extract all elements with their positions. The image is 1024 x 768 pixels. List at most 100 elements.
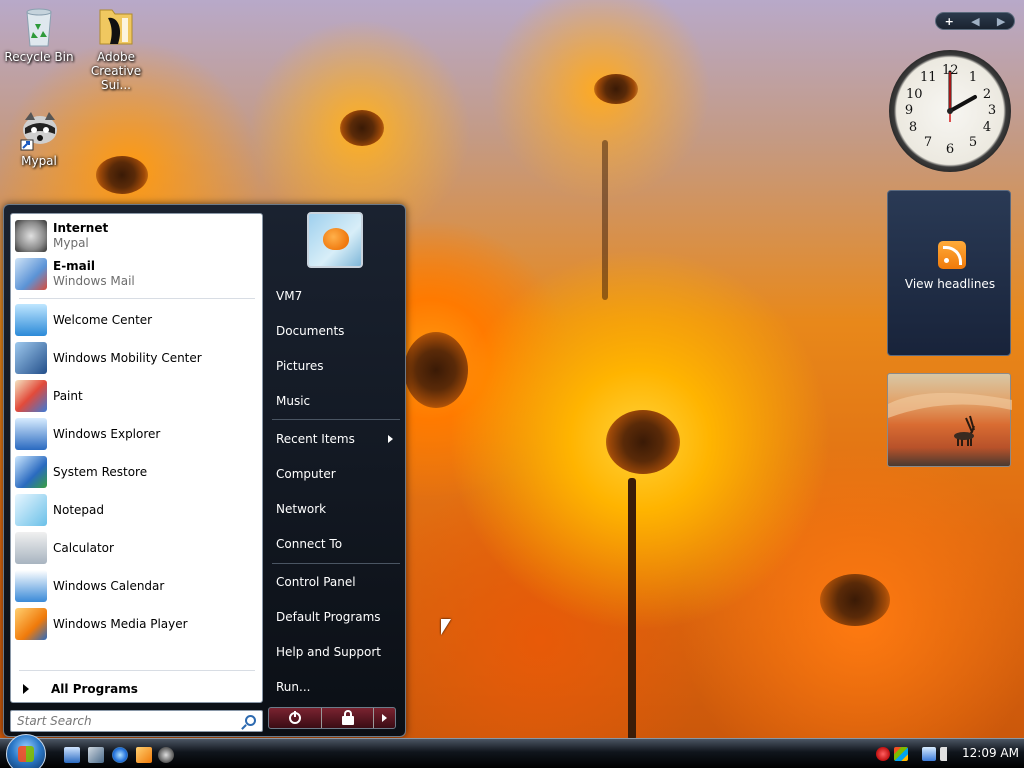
- recent-item-media-player[interactable]: Windows Media Player: [15, 606, 259, 642]
- all-programs-label: All Programs: [51, 682, 138, 696]
- mypal-icon: [15, 220, 47, 252]
- power-button[interactable]: [269, 708, 321, 728]
- right-item-run[interactable]: Run...: [269, 673, 399, 701]
- media-player-icon[interactable]: [136, 747, 152, 763]
- recent-item-label: Windows Explorer: [53, 426, 161, 441]
- right-item-music[interactable]: Music: [269, 387, 399, 415]
- feed-headlines-gadget[interactable]: View headlines: [887, 190, 1011, 356]
- recent-item-label: Welcome Center: [53, 312, 153, 327]
- switch-windows-icon[interactable]: [88, 747, 104, 763]
- pinned-item-title: Internet: [53, 221, 109, 235]
- pinned-separator: [19, 298, 255, 299]
- pinned-item-email[interactable]: E-mail Windows Mail: [15, 256, 259, 292]
- recent-item-system-restore[interactable]: System Restore: [15, 454, 259, 490]
- internet-explorer-icon[interactable]: [112, 747, 128, 763]
- taskbar: 12:09 AM: [0, 734, 1024, 768]
- recent-item-paint[interactable]: Paint: [15, 378, 259, 414]
- folder-icon: [96, 4, 136, 45]
- right-item-connect-to[interactable]: Connect To: [269, 530, 399, 558]
- recent-item-label: Notepad: [53, 502, 104, 517]
- recent-item-calculator[interactable]: Calculator: [15, 530, 259, 566]
- desktop-icon-adobe[interactable]: Adobe Creative Sui...: [77, 4, 155, 92]
- arrow-right-icon: [382, 714, 387, 722]
- security-alert-icon[interactable]: [876, 747, 890, 761]
- pinned-item-subtitle: Mypal: [53, 236, 89, 250]
- recent-item-windows-explorer[interactable]: Windows Explorer: [15, 416, 259, 452]
- start-menu-programs-pane: Internet Mypal E-mail Windows Mail Welcome…: [10, 213, 263, 703]
- all-programs-button[interactable]: All Programs: [17, 678, 257, 700]
- flower-stem: [602, 140, 608, 300]
- recent-item-label: Windows Calendar: [53, 578, 165, 593]
- sidebar-gadget-toolbar: + ◀ ▶: [935, 12, 1015, 30]
- right-item-control-panel[interactable]: Control Panel: [269, 568, 399, 596]
- recent-item-mobility-center[interactable]: Windows Mobility Center: [15, 340, 259, 376]
- recycle-bin-icon: [19, 4, 59, 47]
- media-player-icon: [15, 608, 47, 640]
- right-item-default-programs[interactable]: Default Programs: [269, 603, 399, 631]
- power-controls: [268, 707, 396, 729]
- right-item-recent-items[interactable]: Recent Items: [269, 425, 399, 453]
- lock-icon: [341, 709, 354, 725]
- recent-item-label: Calculator: [53, 540, 114, 555]
- right-separator: [272, 563, 400, 564]
- right-item-label: Default Programs: [276, 610, 381, 624]
- flower-center: [96, 156, 148, 194]
- recent-item-welcome-center[interactable]: Welcome Center: [15, 302, 259, 338]
- shutdown-options-button[interactable]: [373, 708, 395, 728]
- slideshow-gadget[interactable]: [887, 373, 1012, 467]
- flower-center: [606, 410, 680, 474]
- all-programs-separator: [19, 670, 255, 671]
- recent-item-label: Paint: [53, 388, 83, 403]
- flower-stem: [628, 478, 636, 740]
- show-desktop-icon[interactable]: [64, 747, 80, 763]
- recent-item-label: Windows Mobility Center: [53, 350, 202, 365]
- next-gadget-icon[interactable]: ▶: [997, 15, 1005, 28]
- mypal-icon[interactable]: [158, 747, 174, 763]
- start-menu: Internet Mypal E-mail Windows Mail Welcome…: [3, 204, 406, 737]
- right-item-label: Network: [276, 502, 327, 516]
- recent-item-notepad[interactable]: Notepad: [15, 492, 259, 528]
- flower-center: [820, 574, 890, 626]
- right-item-pictures[interactable]: Pictures: [269, 352, 399, 380]
- volume-muted-icon[interactable]: [940, 747, 954, 761]
- arrow-right-icon: [23, 684, 29, 694]
- right-item-label: Computer: [276, 467, 336, 481]
- desktop-icon-label: Recycle Bin: [4, 50, 74, 64]
- right-item-computer[interactable]: Computer: [269, 460, 399, 488]
- pinned-item-title: E-mail: [53, 259, 96, 273]
- network-icon[interactable]: [922, 747, 936, 761]
- desktop-icon-mypal[interactable]: Mypal: [0, 108, 78, 168]
- search-icon[interactable]: [245, 715, 256, 726]
- mobility-center-icon: [15, 342, 47, 374]
- paint-icon: [15, 380, 47, 412]
- start-search-input[interactable]: Start Search: [10, 710, 263, 732]
- welcome-center-icon: [15, 304, 47, 336]
- add-gadget-icon[interactable]: +: [945, 15, 954, 28]
- desktop-icon-recycle-bin[interactable]: Recycle Bin: [0, 4, 78, 64]
- right-item-label: Documents: [276, 324, 345, 338]
- system-clock[interactable]: 12:09 AM: [962, 746, 1019, 760]
- right-item-label: Run...: [276, 680, 311, 694]
- mouse-cursor: [441, 619, 451, 635]
- start-button[interactable]: [6, 734, 46, 768]
- view-headlines-label: View headlines: [904, 277, 996, 291]
- right-item-documents[interactable]: Documents: [269, 317, 399, 345]
- right-item-label: Music: [276, 394, 311, 408]
- right-item-label: VM7: [276, 289, 303, 303]
- lock-button[interactable]: [321, 708, 373, 728]
- right-item-user[interactable]: VM7: [269, 282, 399, 310]
- right-item-help-and-support[interactable]: Help and Support: [269, 638, 399, 666]
- clock-gadget[interactable]: 12 1 2 3 4 5 6 7 8 9 10 11: [889, 50, 1011, 172]
- mypal-icon: [19, 108, 59, 151]
- flower-center: [594, 74, 638, 104]
- previous-gadget-icon[interactable]: ◀: [971, 15, 979, 28]
- user-account-picture[interactable]: [307, 212, 363, 268]
- recent-item-windows-calendar[interactable]: Windows Calendar: [15, 568, 259, 604]
- desktop-icon-label: Mypal: [21, 154, 57, 168]
- pinned-item-internet[interactable]: Internet Mypal: [15, 218, 259, 254]
- right-item-network[interactable]: Network: [269, 495, 399, 523]
- clock-hands: [947, 70, 977, 122]
- windows-defender-icon[interactable]: [894, 747, 908, 761]
- mail-icon: [15, 258, 47, 290]
- system-restore-icon: [15, 456, 47, 488]
